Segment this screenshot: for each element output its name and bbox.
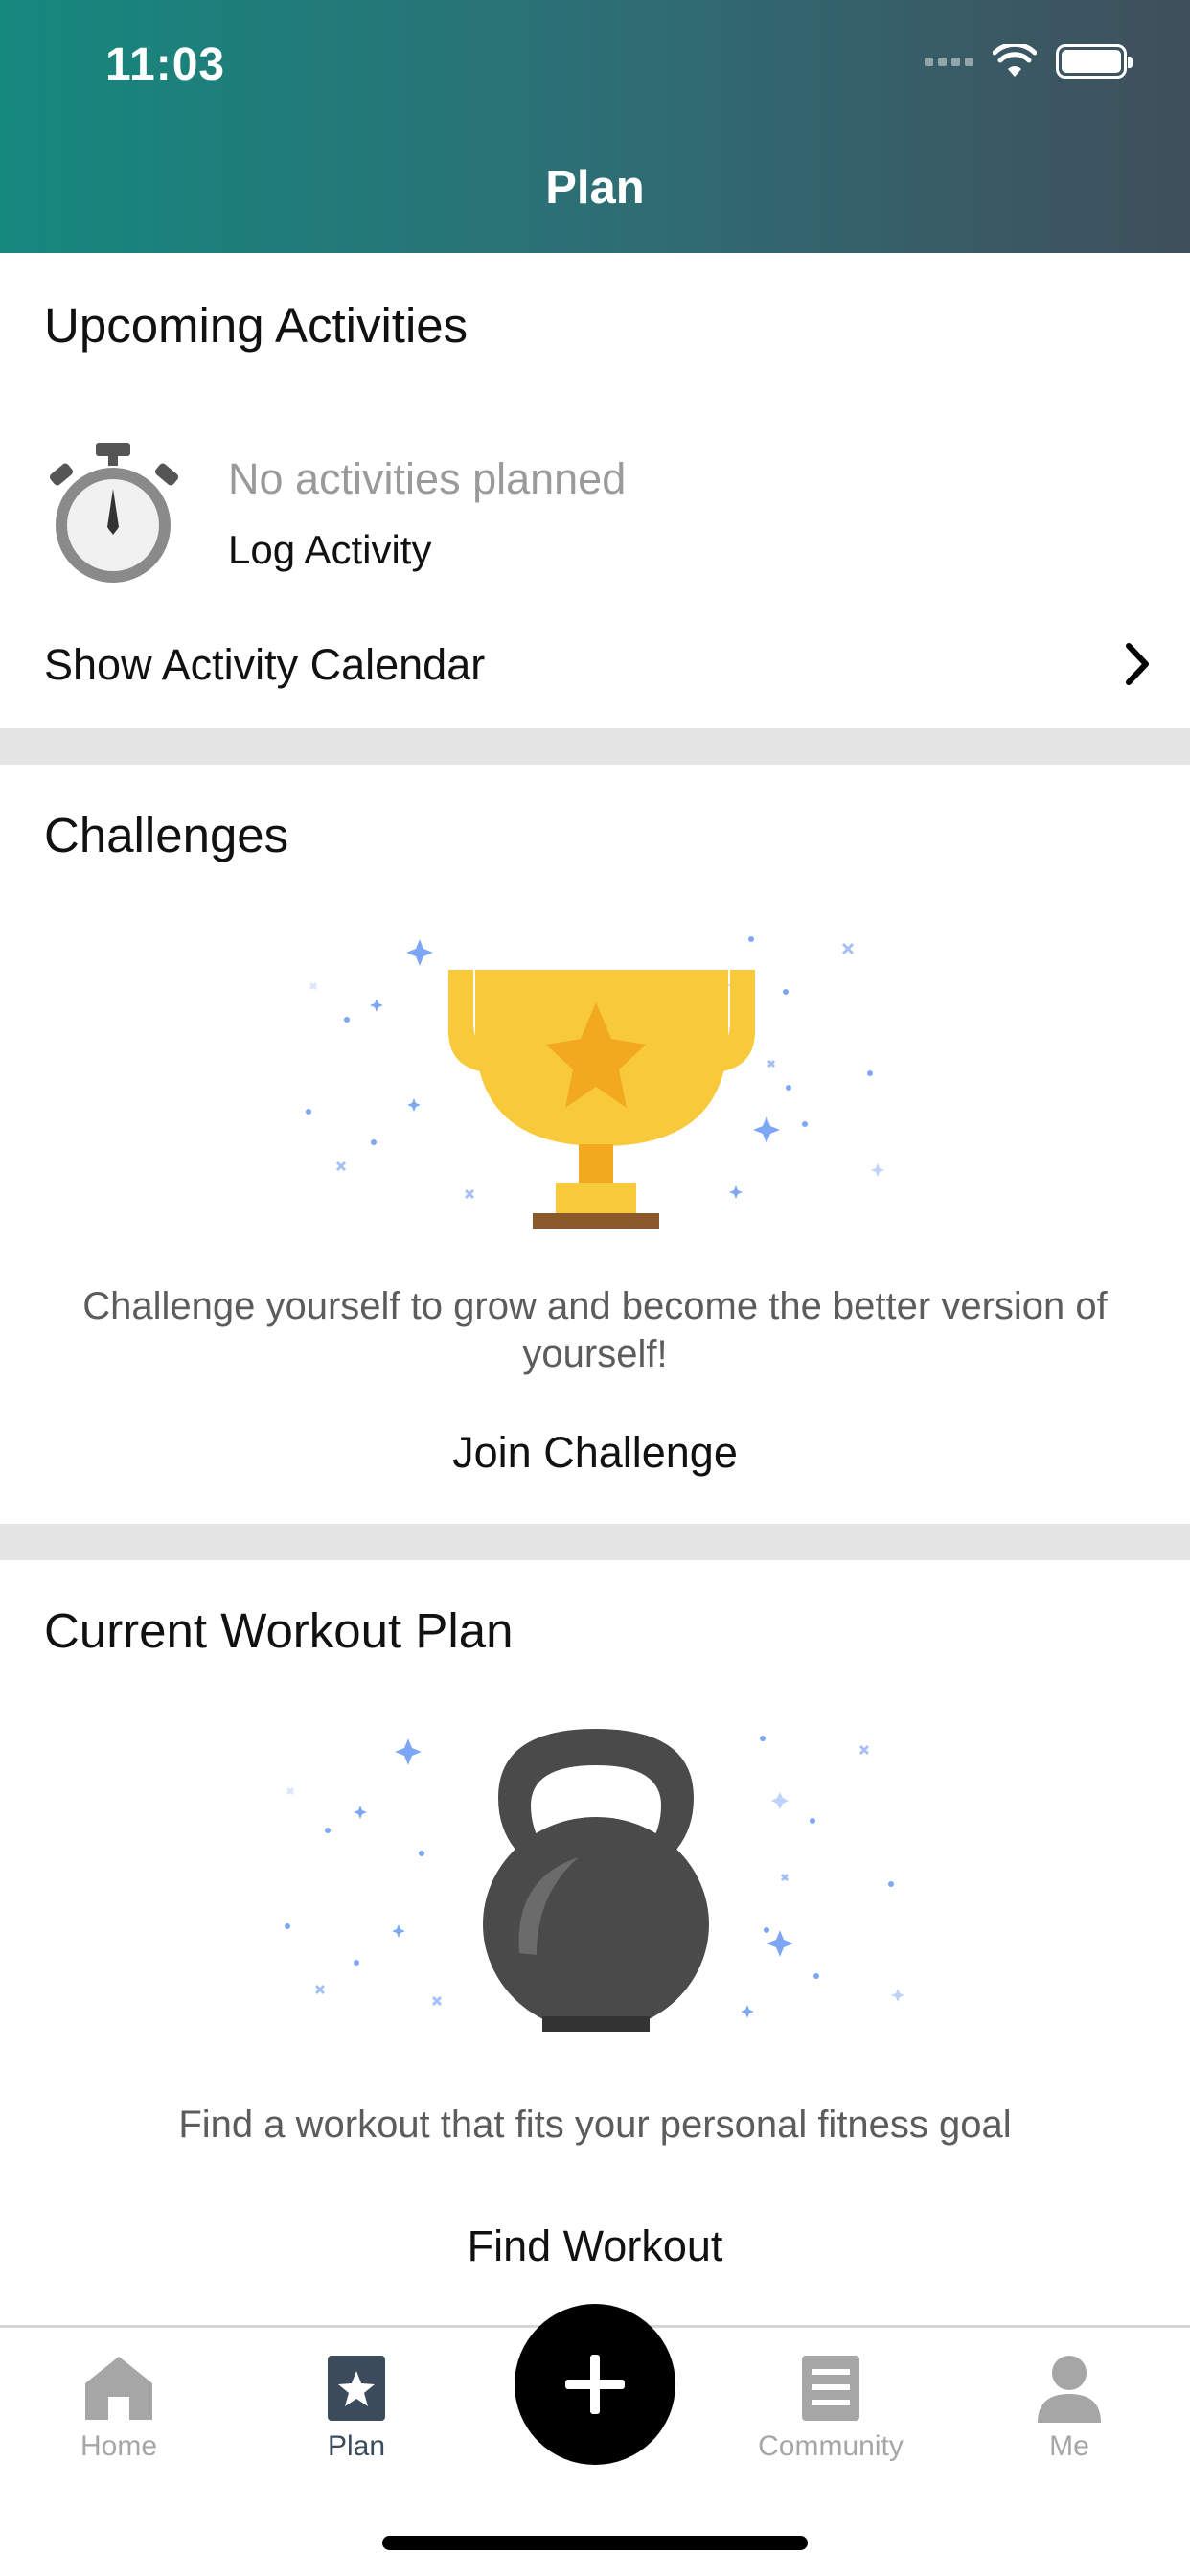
- community-icon: [802, 2356, 859, 2421]
- log-activity-button[interactable]: Log Activity: [228, 527, 431, 573]
- join-challenge-button[interactable]: Join Challenge: [38, 1428, 1152, 1478]
- show-activity-calendar-row[interactable]: Show Activity Calendar: [0, 623, 1190, 709]
- challenges-title: Challenges: [44, 808, 289, 862]
- battery-icon: [1056, 44, 1133, 79]
- add-activity-button[interactable]: [515, 2304, 675, 2465]
- tab-home-label: Home: [80, 2430, 158, 2462]
- section-divider: [0, 728, 1190, 765]
- tab-plan-label: Plan: [327, 2430, 386, 2462]
- chevron-right-icon: [1126, 643, 1149, 685]
- plus-icon: [565, 2355, 625, 2414]
- show-activity-calendar-label: Show Activity Calendar: [44, 640, 486, 689]
- home-indicator: [382, 2536, 808, 2550]
- wifi-icon: [993, 44, 1037, 77]
- upcoming-activities-title: Upcoming Activities: [44, 298, 469, 353]
- tab-home[interactable]: Home: [23, 2350, 215, 2463]
- app-header: 11:03 Plan: [0, 0, 1190, 253]
- status-time: 11:03: [105, 39, 226, 90]
- tab-me-label: Me: [1049, 2430, 1089, 2462]
- trophy-icon: [306, 936, 884, 1229]
- kettlebell-icon: [285, 1729, 904, 2032]
- home-icon: [85, 2357, 152, 2420]
- status-icons: [925, 44, 1133, 79]
- workout-plan-description: Find a workout that fits your personal f…: [178, 2104, 1012, 2146]
- tab-me[interactable]: Me: [973, 2350, 1165, 2463]
- tab-community[interactable]: Community: [735, 2350, 927, 2463]
- tab-community-label: Community: [758, 2430, 904, 2462]
- section-divider: [0, 1524, 1190, 1560]
- tab-plan[interactable]: Plan: [261, 2350, 452, 2463]
- workout-plan-title: Current Workout Plan: [44, 1603, 514, 1658]
- profile-icon: [1038, 2356, 1101, 2423]
- no-activities-text: No activities planned: [228, 454, 627, 503]
- challenges-description: Challenge yourself to grow and become th…: [82, 1285, 1108, 1375]
- page-title: Plan: [545, 162, 645, 214]
- plan-star-icon: [328, 2356, 385, 2421]
- stopwatch-icon: [49, 443, 179, 583]
- find-workout-button[interactable]: Find Workout: [38, 2221, 1152, 2271]
- cellular-signal-icon: [925, 57, 973, 66]
